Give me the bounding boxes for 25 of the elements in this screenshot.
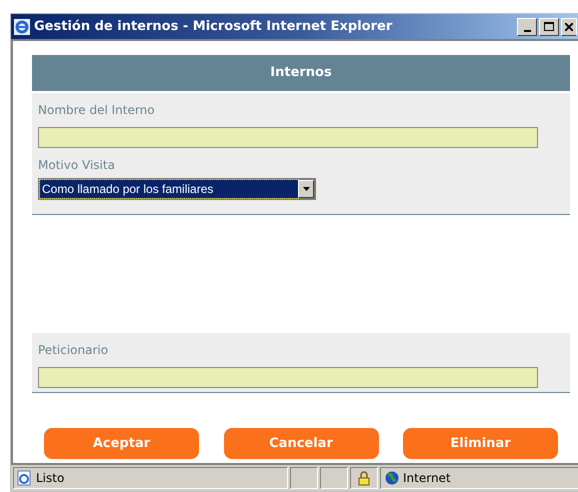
action-button[interactable]: Eliminar [403, 428, 558, 459]
dropdown[interactable]: Como llamado por los familiares [38, 178, 316, 200]
action-button[interactable]: Cancelar [224, 428, 378, 459]
minimize-icon [524, 30, 530, 32]
status-pane [290, 467, 318, 489]
zone-text: Internet [403, 470, 451, 487]
field-label: Nombre del Interno [38, 102, 156, 119]
maximize-icon [544, 22, 554, 31]
status-pane [320, 467, 348, 489]
globe-icon [385, 471, 399, 485]
close-button[interactable] [561, 18, 577, 36]
close-icon [565, 22, 573, 30]
minimize-button[interactable] [517, 18, 537, 36]
window-title: Gestión de internos - Microsoft Internet Explorer [34, 18, 394, 36]
page-icon [16, 470, 32, 486]
action-button[interactable]: Aceptar [44, 428, 199, 459]
field-label: Motivo Visita [38, 157, 116, 174]
text-field[interactable] [38, 367, 538, 388]
status-text: Listo [36, 470, 64, 487]
text-field[interactable] [38, 127, 538, 148]
panel-header: Internos [32, 55, 570, 91]
browser-icon [13, 18, 31, 36]
field-label: Peticionario [38, 342, 110, 359]
lock-icon [358, 470, 370, 486]
maximize-button[interactable] [539, 18, 559, 36]
